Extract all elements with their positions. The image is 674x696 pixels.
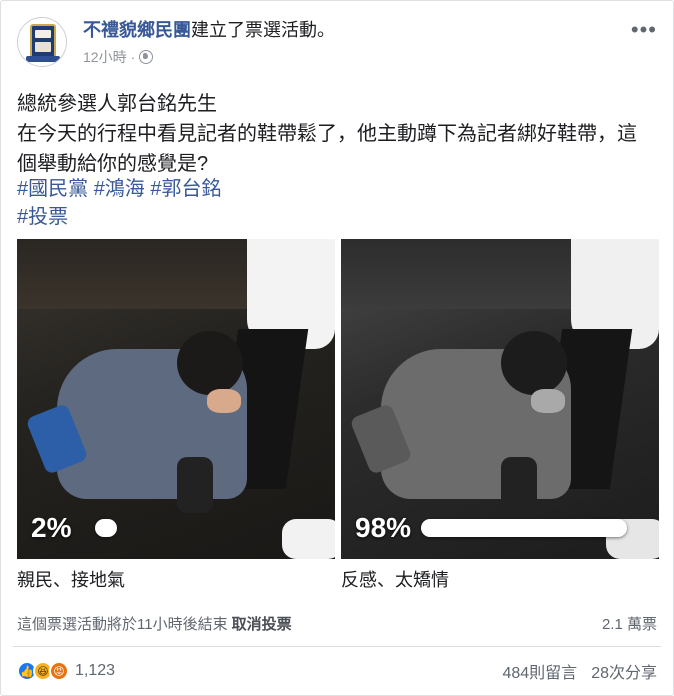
poll-post-card: 不禮貌鄉民團建立了票選活動。 12小時 · ••• 總統參選人郭台銘先生 在今天… bbox=[0, 0, 674, 696]
engagement-stats: 484則留言 28次分享 bbox=[502, 659, 657, 683]
hashtags: #國民黨 #鴻海 #郭台銘 #投票 bbox=[17, 175, 657, 231]
post-header: 不禮貌鄉民團建立了票選活動。 12小時 · ••• bbox=[17, 15, 657, 71]
divider bbox=[13, 646, 661, 647]
post-timestamp[interactable]: 12小時 bbox=[83, 47, 127, 67]
poll-result-bar bbox=[421, 519, 631, 537]
reactions-bar: 👍 😆 😡 1,123 484則留言 28次分享 bbox=[17, 657, 657, 685]
cancel-vote-link[interactable]: 取消投票 bbox=[232, 613, 292, 634]
more-options-icon[interactable]: ••• bbox=[631, 19, 657, 41]
globe-icon[interactable] bbox=[139, 50, 154, 64]
comment-count[interactable]: 484則留言 bbox=[502, 659, 577, 683]
poll-result-fill bbox=[95, 519, 117, 537]
poll-result-bar bbox=[95, 519, 305, 537]
share-count[interactable]: 28次分享 bbox=[591, 659, 657, 683]
avatar-logo bbox=[30, 24, 56, 60]
hashtag-link[interactable]: #鴻海 bbox=[94, 178, 145, 200]
vote-count[interactable]: 2.1 萬票 bbox=[602, 613, 657, 634]
post-action-text: 建立了票選活動。 bbox=[191, 20, 335, 40]
poll-result-row: 2% bbox=[31, 511, 321, 545]
poll-result-fill bbox=[421, 519, 627, 537]
poll-result-row: 98% bbox=[355, 511, 645, 545]
poll-end-notice: 這個票選活動將於11小時後結束 bbox=[17, 615, 228, 633]
meta-separator: · bbox=[130, 49, 136, 65]
poll-option-1-label[interactable]: 親民、接地氣 bbox=[17, 567, 125, 593]
poll-percent-label: 98% bbox=[355, 512, 412, 543]
hashtag-link[interactable]: #郭台銘 bbox=[150, 178, 221, 200]
poll-option-1[interactable]: 2% bbox=[17, 239, 335, 559]
hashtag-link[interactable]: #國民黨 bbox=[17, 178, 88, 200]
post-meta: 12小時 · bbox=[83, 47, 154, 67]
post-text: 總統參選人郭台銘先生 在今天的行程中看見記者的鞋帶鬆了，他主動蹲下為記者綁好鞋帶… bbox=[17, 89, 657, 179]
reaction-count[interactable]: 1,123 bbox=[75, 662, 115, 680]
page-avatar[interactable] bbox=[17, 17, 67, 67]
post-text-line: 總統參選人郭台銘先生 bbox=[17, 93, 217, 115]
page-name-link[interactable]: 不禮貌鄉民團 bbox=[83, 20, 191, 40]
hashtag-link[interactable]: #投票 bbox=[17, 206, 68, 228]
poll-percent-label: 2% bbox=[31, 512, 72, 543]
poll-footer: 這個票選活動將於11小時後結束 取消投票 2.1 萬票 bbox=[17, 611, 657, 635]
poll-option-2[interactable]: 98% bbox=[341, 239, 659, 559]
angry-icon[interactable]: 😡 bbox=[49, 661, 69, 681]
poll-option-2-label[interactable]: 反感、太矯情 bbox=[341, 567, 449, 593]
post-text-line: 在今天的行程中看見記者的鞋帶鬆了，他主動蹲下為記者綁好鞋帶，這 bbox=[17, 123, 637, 145]
post-title-line: 不禮貌鄉民團建立了票選活動。 bbox=[83, 19, 335, 41]
